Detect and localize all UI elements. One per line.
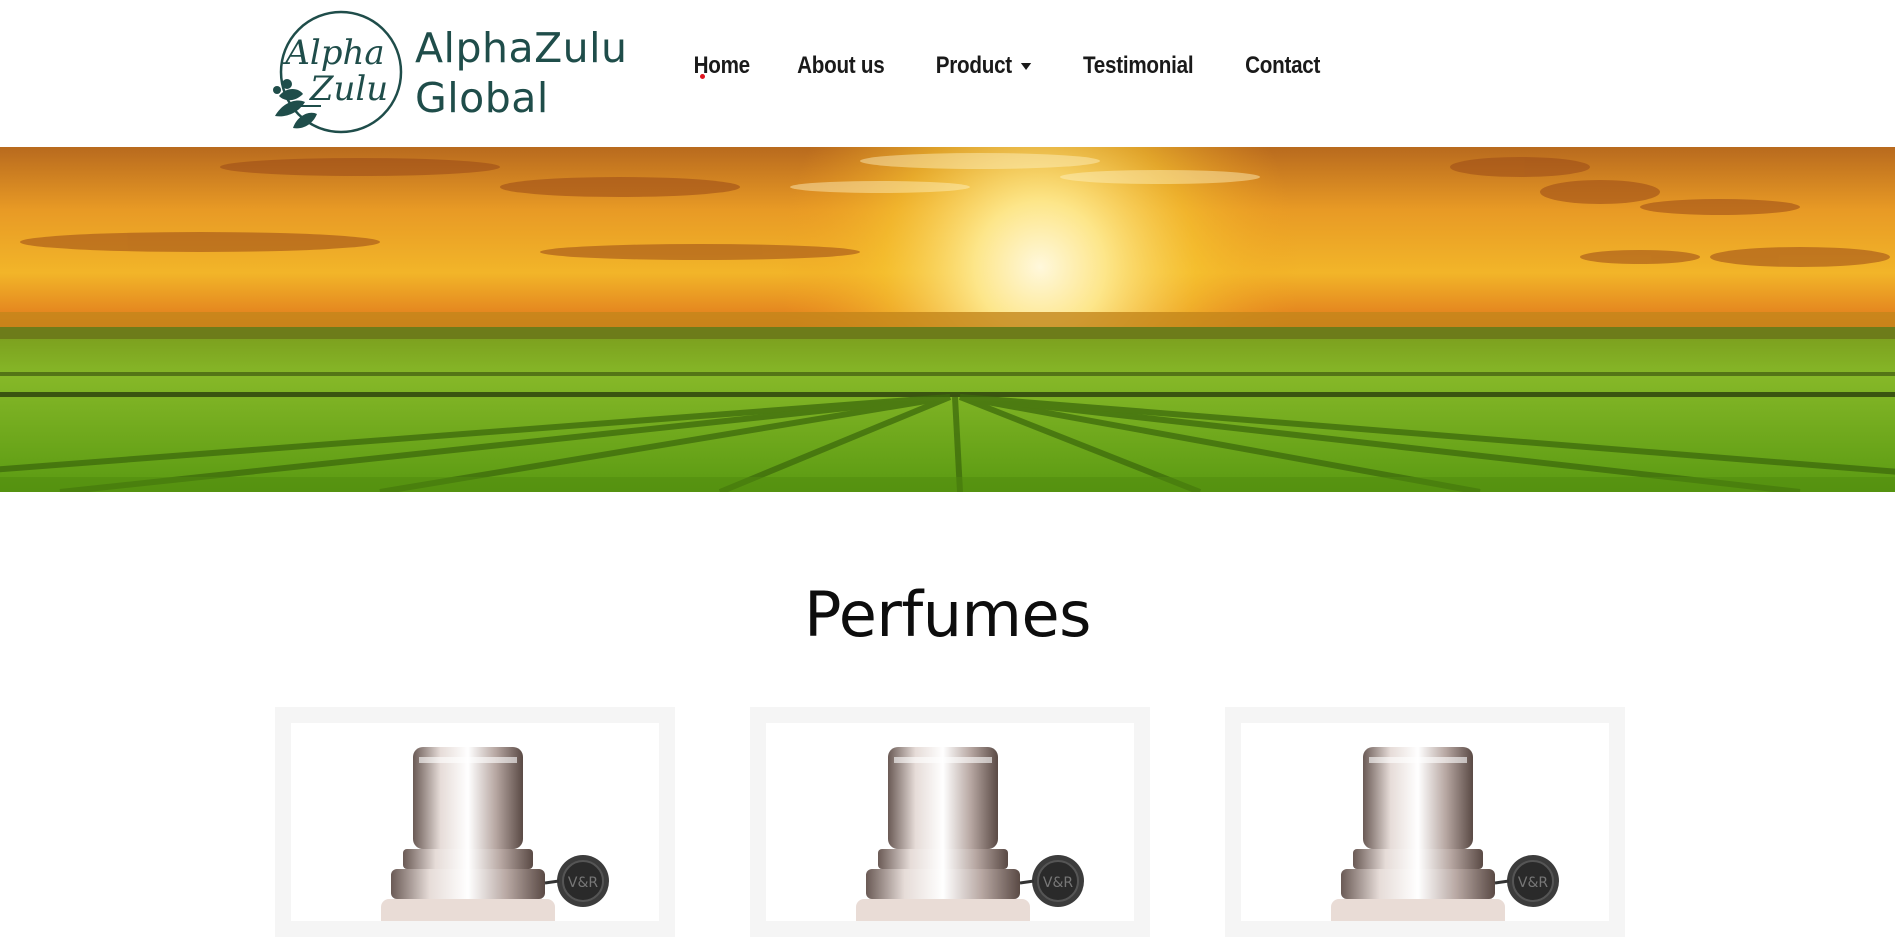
nav-item-product[interactable]: Product xyxy=(936,52,1031,80)
brand-emblem-icon: Alpha Zulu xyxy=(273,10,403,134)
main-nav: Home About us Product Testimonial Contac… xyxy=(689,52,1326,80)
nav-item-about-us[interactable]: About us xyxy=(797,52,885,80)
brand-name: AlphaZulu Global xyxy=(415,23,628,123)
product-grid: V&R V&R V&R xyxy=(275,707,1625,937)
bottle-cap-text: V&R xyxy=(568,875,598,891)
emblem-script-line1: Alpha xyxy=(282,33,384,73)
brand-name-line2: Global xyxy=(415,74,549,122)
nav-item-label: Testimonial xyxy=(1083,52,1194,79)
product-card[interactable]: V&R xyxy=(275,707,675,937)
perfume-bottle-icon: V&R xyxy=(856,747,1084,921)
perfume-bottle-icon: V&R xyxy=(1331,747,1559,921)
nav-item-label: About us xyxy=(797,52,885,79)
nav-item-testimonial[interactable]: Testimonial xyxy=(1083,52,1194,80)
product-image[interactable]: V&R xyxy=(1241,723,1609,921)
bottle-cap-text: V&R xyxy=(1043,875,1073,891)
nav-item-home[interactable]: Home xyxy=(693,52,750,80)
brand-name-line1: AlphaZulu xyxy=(415,24,628,72)
nav-item-contact[interactable]: Contact xyxy=(1245,52,1320,80)
hero-banner xyxy=(0,147,1895,492)
section-title: Perfumes xyxy=(804,578,1091,651)
hero-image xyxy=(0,147,1895,492)
bottle-cap-text: V&R xyxy=(1518,875,1548,891)
emblem-script-line2: Zulu xyxy=(309,69,388,109)
perfume-bottle-icon: V&R xyxy=(381,747,609,921)
nav-item-label: Product xyxy=(935,52,1012,79)
nav-item-label: Contact xyxy=(1244,52,1320,79)
product-card[interactable]: V&R xyxy=(1225,707,1625,937)
site-logo[interactable]: Alpha Zulu AlphaZulu Global xyxy=(263,6,627,140)
product-card[interactable]: V&R xyxy=(750,707,1150,937)
caret-down-icon xyxy=(1020,62,1031,70)
nav-item-label: Home xyxy=(693,52,750,79)
site-header: Alpha Zulu AlphaZulu Global Home About u… xyxy=(0,0,1895,147)
product-image[interactable]: V&R xyxy=(291,723,659,921)
product-image[interactable]: V&R xyxy=(766,723,1134,921)
